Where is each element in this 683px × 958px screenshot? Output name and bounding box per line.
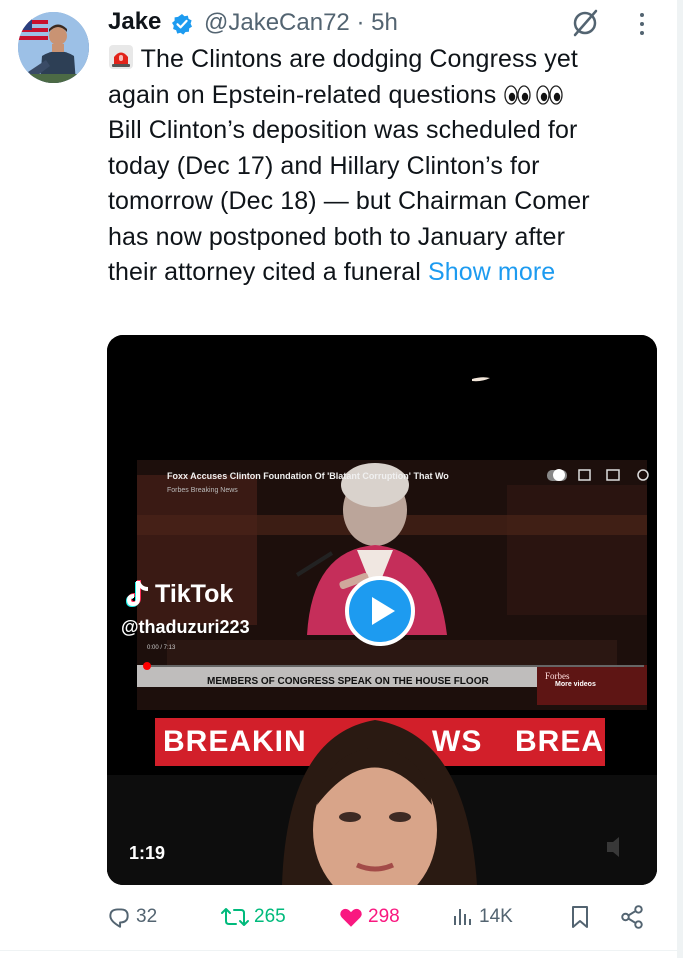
avatar-image [18,12,89,83]
tweet-line-7: their attorney cited a funeral Show more [108,258,556,286]
repost-count: 265 [254,906,286,927]
repost-button[interactable]: 265 [220,900,286,934]
tweet-line-1: The Clintons are dodging Congress yet [108,42,653,78]
tweet-text: The Clintons are dodging Congress yet ag… [108,42,653,291]
tweet-line-3: Bill Clinton’s deposition was scheduled … [108,116,578,144]
author-handle-time[interactable]: @JakeCan72 · 5h [204,9,398,37]
siren-emoji-icon [109,45,133,69]
embedded-time: 0:00 / 7:13 [147,645,176,651]
embedded-channel: Forbes Breaking News [167,487,238,494]
tweet-header: Jake @JakeCan72 · 5h [108,8,668,40]
bookmark-button[interactable] [568,900,596,934]
tiktok-brand: TikTok [155,579,234,608]
share-icon [621,905,643,929]
play-button-icon[interactable] [345,576,415,646]
tweet-line-6: has now postponed both to January after [108,222,565,251]
grok-icon[interactable] [568,6,602,40]
tiktok-logo: TikTok [125,579,233,609]
tiktok-note-icon [126,580,148,607]
tweet-line-4: today (Dec 17) and Hillary Clinton’s for [108,151,540,180]
embedded-video-title: Foxx Accuses Clinton Foundation Of 'Blat… [167,471,449,481]
timeline-edge [677,0,683,958]
reply-icon [109,908,129,928]
show-more-link[interactable]: Show more [428,258,555,286]
like-count: 298 [368,906,400,927]
views-icon [454,909,471,925]
banner-left-text: BREAKIN [163,725,307,758]
avatar[interactable] [18,12,89,83]
share-button[interactable] [619,900,649,934]
bookmark-icon [572,906,588,928]
tweet-card[interactable]: Jake @JakeCan72 · 5h The Clintons are do… [0,0,683,958]
more-options-icon[interactable] [638,12,646,36]
video-player[interactable]: Foxx Accuses Clinton Foundation Of 'Blat… [107,335,657,885]
video-duration: 1:19 [129,843,166,863]
lower-third-text: MEMBERS OF CONGRESS SPEAK ON THE HOUSE F… [207,676,489,687]
author-name[interactable]: Jake [108,8,161,36]
tweet-line-2: again on Epstein-related questions [108,78,653,114]
tweet-line-5: tomorrow (Dec 18) — but Chairman Comer [108,187,590,215]
tiktok-username: @thaduzuri223 [121,617,250,637]
banner-right-text: BREA [515,725,605,758]
views-button[interactable]: 14K [451,900,513,934]
forbes-brand: Forbes [545,671,570,681]
banner-mid-text: WS [432,725,483,758]
verified-badge-icon [172,14,192,35]
repost-icon [221,908,249,926]
views-count: 14K [479,906,513,927]
heart-icon [340,908,362,927]
reply-count: 32 [136,906,158,927]
eyes-emoji-icon [504,84,564,105]
divider [0,950,683,951]
action-bar: 32 265 298 14K [106,900,651,934]
like-button[interactable]: 298 [338,900,400,934]
more-videos-label: More videos [555,681,596,688]
reply-button[interactable]: 32 [106,900,157,934]
